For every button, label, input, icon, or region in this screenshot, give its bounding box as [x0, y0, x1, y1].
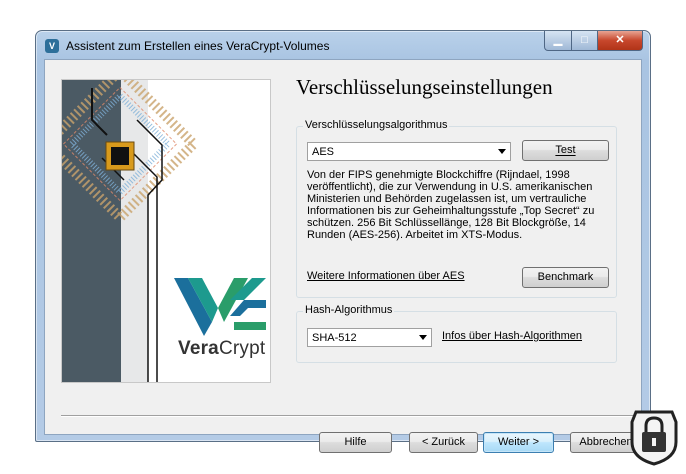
- next-button[interactable]: Weiter >: [483, 432, 554, 453]
- minimize-button[interactable]: ▁: [544, 31, 572, 51]
- encryption-algorithm-value: AES: [312, 146, 335, 158]
- encryption-algorithm-legend: Verschlüsselungsalgorithmus: [303, 119, 450, 131]
- encryption-description: Von der FIPS genehmigte Blockchiffre (Ri…: [307, 169, 595, 241]
- window-title: Assistent zum Erstellen eines VeraCrypt-…: [66, 39, 330, 53]
- benchmark-button[interactable]: Benchmark: [522, 267, 609, 288]
- veracrypt-app-icon: V: [45, 39, 59, 53]
- veracrypt-logo-text: VeraCrypt: [178, 338, 266, 359]
- title-bar[interactable]: V Assistent zum Erstellen eines VeraCryp…: [36, 31, 650, 59]
- chevron-down-icon: [498, 149, 506, 154]
- hash-info-link[interactable]: Infos über Hash-Algorithmen: [442, 330, 582, 342]
- back-button[interactable]: < Zurück: [409, 432, 478, 453]
- hash-algorithm-value: SHA-512: [312, 332, 357, 344]
- wizard-sidebar-image: VeraCrypt: [61, 79, 271, 383]
- lock-shield-icon: [630, 410, 678, 466]
- close-button[interactable]: ✕: [597, 31, 643, 51]
- chevron-down-icon: [419, 335, 427, 340]
- wizard-client-area: VeraCrypt Verschlüsselungseinstellungen …: [44, 59, 642, 453]
- aes-more-info-link[interactable]: Weitere Informationen über AES: [307, 270, 465, 282]
- hash-algorithm-select[interactable]: SHA-512: [307, 328, 432, 347]
- help-button[interactable]: Hilfe: [319, 432, 392, 453]
- veracrypt-logo-icon: [174, 278, 266, 336]
- test-button[interactable]: Test: [522, 140, 609, 161]
- maximize-button[interactable]: □: [571, 31, 598, 51]
- page-title: Verschlüsselungseinstellungen: [296, 75, 553, 99]
- hash-algorithm-legend: Hash-Algorithmus: [303, 304, 395, 316]
- wizard-window: V Assistent zum Erstellen eines VeraCryp…: [35, 30, 651, 453]
- encryption-algorithm-select[interactable]: AES: [307, 142, 511, 161]
- footer-separator: [61, 415, 633, 417]
